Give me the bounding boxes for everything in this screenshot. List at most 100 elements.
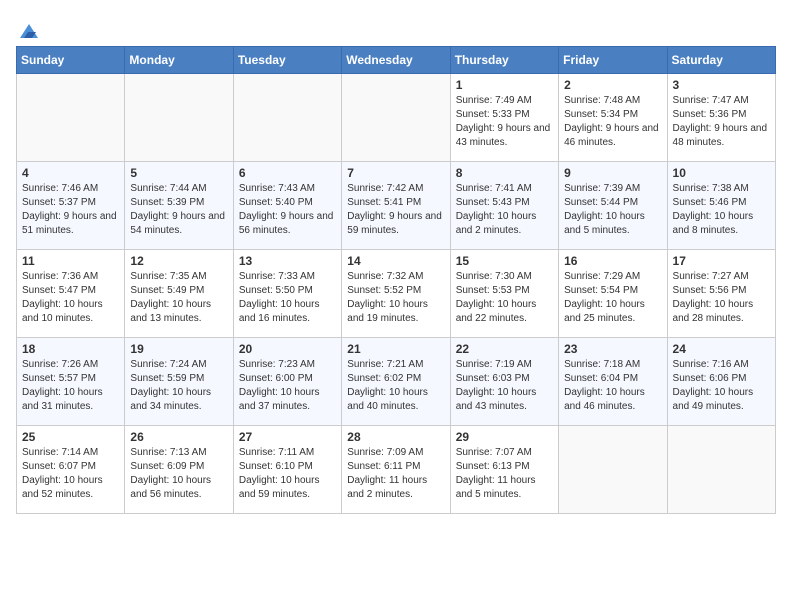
calendar-cell: 15 Sunrise: 7:30 AM Sunset: 5:53 PM Dayl… bbox=[450, 250, 558, 338]
week-row-1: 1 Sunrise: 7:49 AM Sunset: 5:33 PM Dayli… bbox=[17, 74, 776, 162]
calendar-cell bbox=[233, 74, 341, 162]
calendar-cell: 3 Sunrise: 7:47 AM Sunset: 5:36 PM Dayli… bbox=[667, 74, 775, 162]
day-sunrise: Sunrise: 7:32 AM bbox=[347, 270, 444, 284]
day-sunrise: Sunrise: 7:42 AM bbox=[347, 182, 444, 196]
day-number: 19 bbox=[130, 342, 227, 356]
day-daylight: Daylight: 10 hours and 52 minutes. bbox=[22, 474, 119, 502]
day-sunrise: Sunrise: 7:41 AM bbox=[456, 182, 553, 196]
day-sunrise: Sunrise: 7:44 AM bbox=[130, 182, 227, 196]
day-sunset: Sunset: 5:43 PM bbox=[456, 196, 553, 210]
day-number: 22 bbox=[456, 342, 553, 356]
day-sunrise: Sunrise: 7:36 AM bbox=[22, 270, 119, 284]
day-sunset: Sunset: 5:49 PM bbox=[130, 284, 227, 298]
day-sunset: Sunset: 6:02 PM bbox=[347, 372, 444, 386]
day-sunset: Sunset: 6:07 PM bbox=[22, 460, 119, 474]
day-sunset: Sunset: 5:37 PM bbox=[22, 196, 119, 210]
calendar-cell bbox=[17, 74, 125, 162]
day-sunset: Sunset: 5:57 PM bbox=[22, 372, 119, 386]
day-number: 20 bbox=[239, 342, 336, 356]
day-number: 6 bbox=[239, 166, 336, 180]
day-sunrise: Sunrise: 7:14 AM bbox=[22, 446, 119, 460]
day-number: 16 bbox=[564, 254, 661, 268]
calendar-cell: 11 Sunrise: 7:36 AM Sunset: 5:47 PM Dayl… bbox=[17, 250, 125, 338]
logo bbox=[16, 20, 40, 38]
calendar-cell bbox=[125, 74, 233, 162]
day-sunset: Sunset: 5:56 PM bbox=[673, 284, 770, 298]
day-header-friday: Friday bbox=[559, 47, 667, 74]
day-sunrise: Sunrise: 7:38 AM bbox=[673, 182, 770, 196]
day-daylight: Daylight: 10 hours and 13 minutes. bbox=[130, 298, 227, 326]
calendar-cell: 29 Sunrise: 7:07 AM Sunset: 6:13 PM Dayl… bbox=[450, 426, 558, 514]
calendar-cell: 25 Sunrise: 7:14 AM Sunset: 6:07 PM Dayl… bbox=[17, 426, 125, 514]
day-daylight: Daylight: 10 hours and 16 minutes. bbox=[239, 298, 336, 326]
day-daylight: Daylight: 10 hours and 31 minutes. bbox=[22, 386, 119, 414]
calendar-cell: 5 Sunrise: 7:44 AM Sunset: 5:39 PM Dayli… bbox=[125, 162, 233, 250]
day-sunset: Sunset: 5:36 PM bbox=[673, 108, 770, 122]
day-sunset: Sunset: 6:03 PM bbox=[456, 372, 553, 386]
day-sunset: Sunset: 5:54 PM bbox=[564, 284, 661, 298]
day-sunrise: Sunrise: 7:13 AM bbox=[130, 446, 227, 460]
day-number: 29 bbox=[456, 430, 553, 444]
day-daylight: Daylight: 9 hours and 51 minutes. bbox=[22, 210, 119, 238]
day-daylight: Daylight: 10 hours and 43 minutes. bbox=[456, 386, 553, 414]
day-daylight: Daylight: 10 hours and 46 minutes. bbox=[564, 386, 661, 414]
day-number: 25 bbox=[22, 430, 119, 444]
day-sunrise: Sunrise: 7:09 AM bbox=[347, 446, 444, 460]
calendar-cell: 17 Sunrise: 7:27 AM Sunset: 5:56 PM Dayl… bbox=[667, 250, 775, 338]
day-daylight: Daylight: 10 hours and 25 minutes. bbox=[564, 298, 661, 326]
day-header-saturday: Saturday bbox=[667, 47, 775, 74]
day-sunset: Sunset: 5:59 PM bbox=[130, 372, 227, 386]
calendar-cell: 16 Sunrise: 7:29 AM Sunset: 5:54 PM Dayl… bbox=[559, 250, 667, 338]
day-sunset: Sunset: 5:47 PM bbox=[22, 284, 119, 298]
day-sunrise: Sunrise: 7:24 AM bbox=[130, 358, 227, 372]
day-daylight: Daylight: 11 hours and 2 minutes. bbox=[347, 474, 444, 502]
day-sunrise: Sunrise: 7:47 AM bbox=[673, 94, 770, 108]
week-row-4: 18 Sunrise: 7:26 AM Sunset: 5:57 PM Dayl… bbox=[17, 338, 776, 426]
day-number: 8 bbox=[456, 166, 553, 180]
day-daylight: Daylight: 10 hours and 49 minutes. bbox=[673, 386, 770, 414]
calendar-cell: 24 Sunrise: 7:16 AM Sunset: 6:06 PM Dayl… bbox=[667, 338, 775, 426]
day-sunset: Sunset: 5:44 PM bbox=[564, 196, 661, 210]
day-daylight: Daylight: 10 hours and 19 minutes. bbox=[347, 298, 444, 326]
calendar-cell: 22 Sunrise: 7:19 AM Sunset: 6:03 PM Dayl… bbox=[450, 338, 558, 426]
day-sunset: Sunset: 6:10 PM bbox=[239, 460, 336, 474]
day-sunset: Sunset: 5:53 PM bbox=[456, 284, 553, 298]
day-number: 15 bbox=[456, 254, 553, 268]
day-number: 2 bbox=[564, 78, 661, 92]
calendar-cell: 13 Sunrise: 7:33 AM Sunset: 5:50 PM Dayl… bbox=[233, 250, 341, 338]
calendar-cell: 10 Sunrise: 7:38 AM Sunset: 5:46 PM Dayl… bbox=[667, 162, 775, 250]
day-sunrise: Sunrise: 7:43 AM bbox=[239, 182, 336, 196]
day-sunset: Sunset: 5:33 PM bbox=[456, 108, 553, 122]
day-sunset: Sunset: 5:41 PM bbox=[347, 196, 444, 210]
day-number: 3 bbox=[673, 78, 770, 92]
day-daylight: Daylight: 9 hours and 56 minutes. bbox=[239, 210, 336, 238]
day-sunset: Sunset: 5:39 PM bbox=[130, 196, 227, 210]
calendar-cell: 8 Sunrise: 7:41 AM Sunset: 5:43 PM Dayli… bbox=[450, 162, 558, 250]
week-row-2: 4 Sunrise: 7:46 AM Sunset: 5:37 PM Dayli… bbox=[17, 162, 776, 250]
day-daylight: Daylight: 9 hours and 46 minutes. bbox=[564, 122, 661, 150]
day-sunrise: Sunrise: 7:27 AM bbox=[673, 270, 770, 284]
day-sunrise: Sunrise: 7:39 AM bbox=[564, 182, 661, 196]
day-number: 9 bbox=[564, 166, 661, 180]
day-number: 7 bbox=[347, 166, 444, 180]
calendar-table: SundayMondayTuesdayWednesdayThursdayFrid… bbox=[16, 46, 776, 514]
day-number: 18 bbox=[22, 342, 119, 356]
day-sunrise: Sunrise: 7:29 AM bbox=[564, 270, 661, 284]
day-sunrise: Sunrise: 7:21 AM bbox=[347, 358, 444, 372]
day-number: 28 bbox=[347, 430, 444, 444]
day-sunset: Sunset: 6:11 PM bbox=[347, 460, 444, 474]
day-daylight: Daylight: 10 hours and 8 minutes. bbox=[673, 210, 770, 238]
day-sunset: Sunset: 6:04 PM bbox=[564, 372, 661, 386]
header bbox=[16, 16, 776, 38]
day-sunset: Sunset: 5:50 PM bbox=[239, 284, 336, 298]
day-header-tuesday: Tuesday bbox=[233, 47, 341, 74]
day-header-sunday: Sunday bbox=[17, 47, 125, 74]
day-number: 12 bbox=[130, 254, 227, 268]
day-daylight: Daylight: 10 hours and 28 minutes. bbox=[673, 298, 770, 326]
day-sunrise: Sunrise: 7:18 AM bbox=[564, 358, 661, 372]
day-sunrise: Sunrise: 7:49 AM bbox=[456, 94, 553, 108]
day-daylight: Daylight: 10 hours and 59 minutes. bbox=[239, 474, 336, 502]
day-sunrise: Sunrise: 7:35 AM bbox=[130, 270, 227, 284]
day-sunrise: Sunrise: 7:11 AM bbox=[239, 446, 336, 460]
day-number: 26 bbox=[130, 430, 227, 444]
